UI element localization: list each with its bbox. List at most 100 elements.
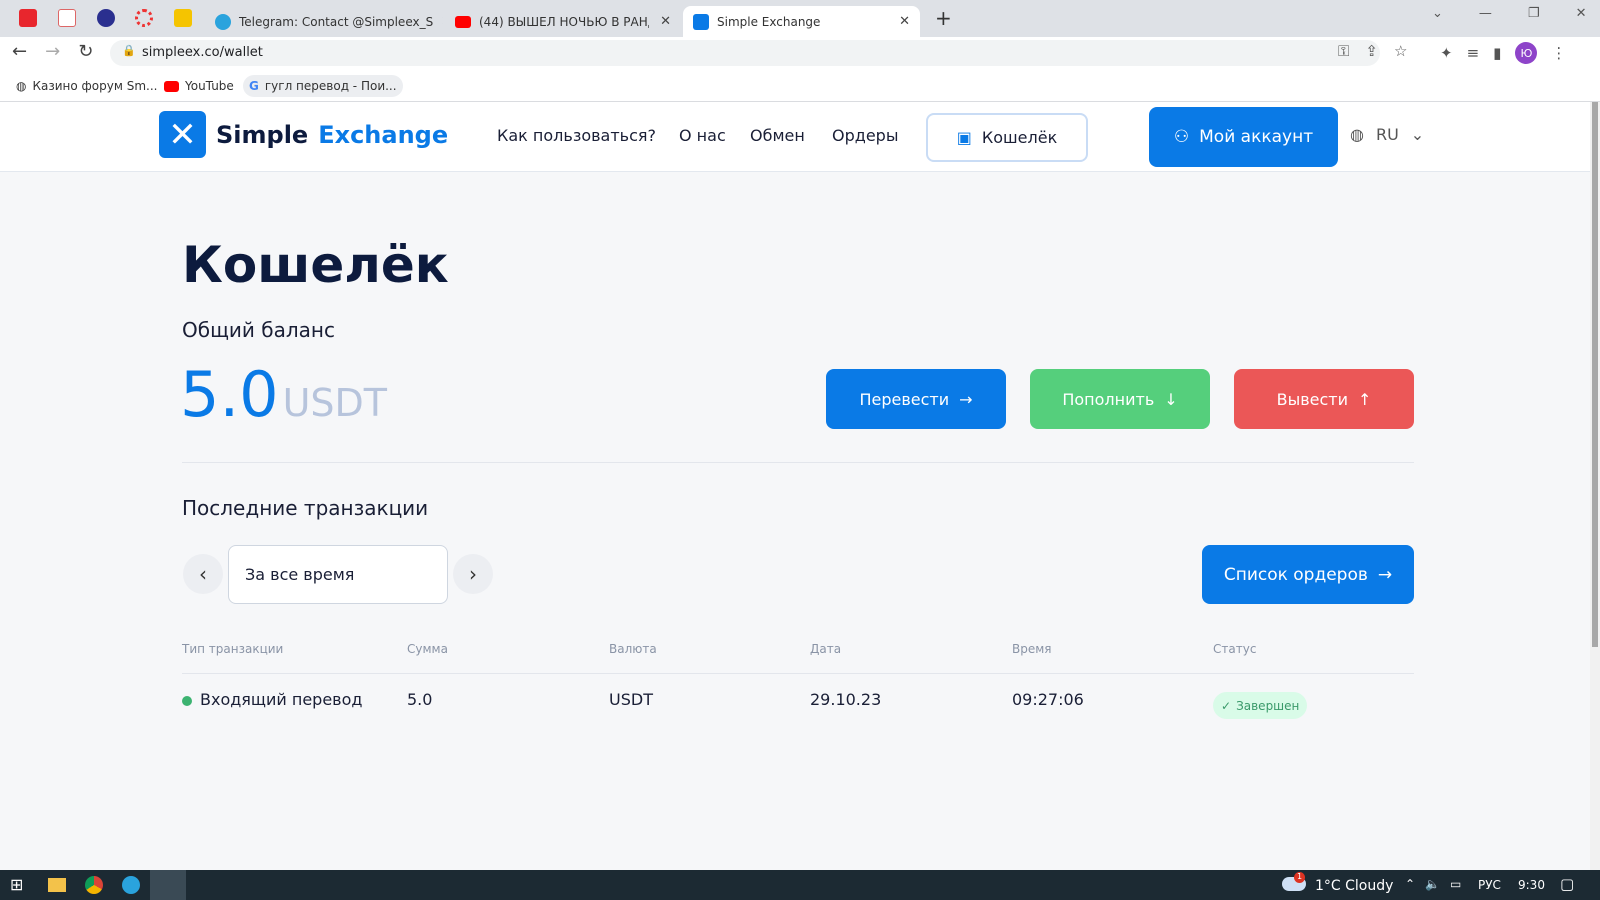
chevron-down-icon: ⌄: [1410, 125, 1425, 144]
period-selector[interactable]: За все время: [228, 545, 448, 604]
bookmark-star-icon[interactable]: ☆: [1394, 42, 1407, 60]
nav-how-to-use[interactable]: Как пользоваться?: [497, 126, 656, 145]
cell-amount: 5.0: [407, 690, 433, 709]
page-title: Кошелёк: [182, 236, 449, 294]
profile-avatar[interactable]: Ю: [1515, 42, 1538, 64]
status-badge: ✓ Завершен: [1213, 692, 1308, 719]
account-button[interactable]: ⚇ Мой аккаунт: [1149, 107, 1338, 167]
file-explorer-icon[interactable]: [48, 878, 66, 892]
deposit-button[interactable]: Пополнить ↓: [1030, 369, 1210, 429]
globe-icon: ◍: [1350, 125, 1364, 144]
period-next-button[interactable]: ›: [453, 554, 493, 594]
chevron-up-icon[interactable]: ⌃: [1405, 877, 1415, 891]
input-language[interactable]: РУС: [1478, 878, 1501, 892]
nav-orders[interactable]: Ордеры: [832, 126, 898, 145]
wallet-button[interactable]: ▣ Кошелёк: [926, 113, 1088, 162]
column-header-amount: Сумма: [407, 642, 448, 656]
site-logo[interactable]: ✕ Simple Exchange: [159, 111, 448, 158]
pinned-tab-icon[interactable]: [19, 9, 37, 27]
bookmarks-bar: ◍ Казино форум Sm... YouTube Gгугл перево…: [0, 68, 1600, 102]
back-icon[interactable]: ←: [12, 41, 27, 62]
logo-text-simple: Simple: [216, 120, 309, 149]
wallet-button-label: Кошелёк: [981, 128, 1058, 147]
clock[interactable]: 9:30: [1518, 878, 1545, 892]
column-header-currency: Валюта: [609, 642, 657, 656]
deposit-label: Пополнить: [1062, 389, 1155, 409]
lock-icon: 🔒: [122, 44, 136, 57]
url-text: simpleex.co/wallet: [142, 45, 263, 60]
telegram-icon[interactable]: [122, 876, 140, 894]
column-header-date: Дата: [810, 642, 842, 656]
active-app-icon[interactable]: [150, 870, 186, 900]
pinned-tab-icon[interactable]: [58, 9, 76, 27]
cell-date: 29.10.23: [810, 690, 882, 709]
pinned-tab-icon[interactable]: [97, 9, 115, 27]
new-tab-button[interactable]: +: [935, 6, 952, 30]
pinned-tab-icon[interactable]: [174, 9, 192, 27]
bookmark-label: Казино форум Sm...: [32, 79, 158, 93]
period-prev-button[interactable]: ‹: [183, 554, 223, 594]
close-icon[interactable]: ✕: [899, 14, 910, 29]
close-window-icon[interactable]: ✕: [1576, 6, 1587, 21]
column-header-type: Тип транзакции: [182, 642, 284, 656]
chevron-left-icon: ‹: [199, 562, 207, 586]
weather-text[interactable]: 1°C Cloudy: [1315, 878, 1393, 894]
address-bar-row: ← → ↻ 🔒 simpleex.co/wallet ⚿ ⇪ ☆ ✦ ≡ ▮ Ю ⋮: [0, 37, 1600, 68]
withdraw-label: Вывести: [1276, 389, 1348, 409]
network-icon[interactable]: ▭: [1450, 877, 1461, 891]
notifications-icon[interactable]: ▢: [1560, 875, 1574, 893]
chevron-right-icon: ›: [469, 562, 477, 586]
logo-text-exchange: Exchange: [318, 120, 449, 149]
restore-icon[interactable]: ❐: [1528, 6, 1540, 21]
language-selector[interactable]: ◍ RU ⌄: [1350, 125, 1424, 144]
bookmark-item[interactable]: YouTube: [158, 75, 240, 97]
nav-about[interactable]: О нас: [679, 126, 726, 145]
cell-type: Входящий перевод: [200, 690, 363, 709]
windows-start-icon[interactable]: ⊞: [10, 875, 23, 894]
side-panel-icon[interactable]: ▮: [1493, 44, 1501, 62]
tab-youtube[interactable]: (44) ВЫШЕЛ НОЧЬЮ В РАНДОМ ✕: [445, 6, 681, 37]
user-icon: ⚇: [1173, 127, 1190, 147]
reload-icon[interactable]: ↻: [78, 41, 93, 62]
withdraw-button[interactable]: Вывести ↑: [1234, 369, 1414, 429]
google-icon: G: [249, 79, 259, 93]
chrome-icon[interactable]: [85, 876, 103, 894]
site-header: ✕ Simple Exchange Как пользоваться? О на…: [0, 102, 1590, 172]
bookmark-label: YouTube: [185, 79, 234, 93]
share-icon[interactable]: ⇪: [1365, 42, 1378, 60]
close-icon[interactable]: ✕: [660, 14, 671, 29]
bookmark-item[interactable]: ◍ Казино форум Sm...: [10, 75, 163, 97]
tab-title: Simple Exchange: [717, 14, 821, 29]
taskbar: ⊞ 1 1°C Cloudy ⌃ 🔈 ▭ РУС 9:30 ▢: [0, 870, 1600, 900]
menu-icon[interactable]: ⋮: [1551, 44, 1566, 62]
forward-icon[interactable]: →: [45, 41, 60, 62]
table-divider: [182, 673, 1414, 674]
bookmark-item[interactable]: Gгугл перевод - Пои...: [243, 75, 403, 97]
logo-icon: ✕: [159, 111, 206, 158]
key-icon[interactable]: ⚿: [1338, 42, 1349, 60]
bookmark-label: гугл перевод - Пои...: [264, 79, 397, 93]
transfer-button[interactable]: Перевести →: [826, 369, 1006, 429]
tab-simple-exchange[interactable]: Simple Exchange ✕: [683, 6, 920, 37]
arrow-down-icon: ↓: [1164, 389, 1178, 409]
close-icon[interactable]: ✕: [441, 14, 443, 29]
volume-icon[interactable]: 🔈: [1425, 877, 1440, 891]
wallet-icon: ▣: [956, 128, 972, 147]
minimize-icon[interactable]: —: [1479, 6, 1492, 21]
extensions-icon[interactable]: ✦: [1440, 44, 1453, 62]
nav-exchange[interactable]: Обмен: [750, 126, 805, 145]
media-icon[interactable]: ≡: [1467, 44, 1480, 62]
scrollbar-thumb[interactable]: [1592, 102, 1598, 647]
recent-transactions-title: Последние транзакции: [182, 496, 429, 520]
tab-telegram[interactable]: Telegram: Contact @Simpleex_S ✕: [205, 6, 443, 37]
language-label: RU: [1375, 125, 1399, 144]
url-input[interactable]: 🔒 simpleex.co/wallet: [110, 40, 1380, 66]
balance-label: Общий баланс: [182, 318, 335, 342]
pinned-tab-icon[interactable]: [135, 9, 153, 27]
orders-list-button[interactable]: Список ордеров →: [1202, 545, 1414, 604]
arrow-right-icon: →: [1377, 564, 1393, 585]
column-header-status: Статус: [1213, 642, 1257, 656]
youtube-icon: [455, 15, 471, 28]
tab-search-icon[interactable]: ⌄: [1432, 6, 1443, 21]
cell-time: 09:27:06: [1012, 690, 1084, 709]
